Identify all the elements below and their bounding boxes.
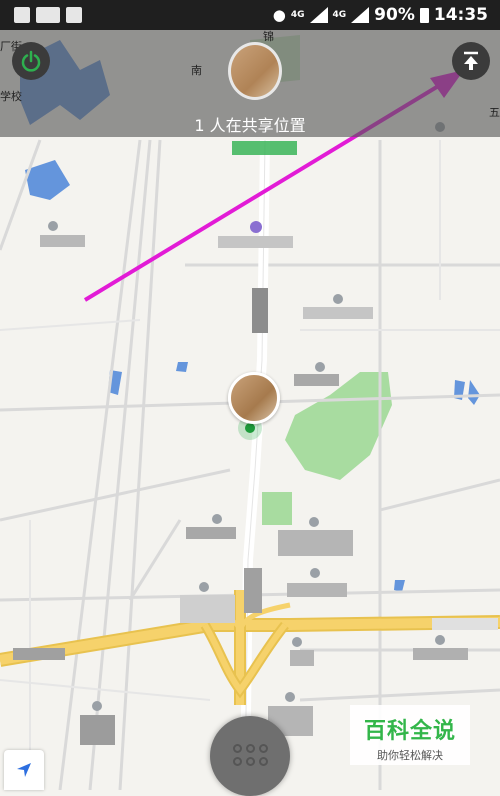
battery-percentage: 90% bbox=[374, 5, 415, 25]
watermark-subtitle: 助你轻松解决 bbox=[377, 749, 443, 762]
notification-icon bbox=[14, 7, 30, 23]
shared-user-avatar[interactable] bbox=[228, 42, 282, 100]
upload-button[interactable] bbox=[452, 42, 490, 80]
grid-dots-icon bbox=[233, 744, 268, 766]
signal-icon bbox=[309, 7, 328, 23]
upload-to-top-icon bbox=[464, 51, 478, 70]
battery-icon bbox=[419, 7, 429, 23]
blurred-label bbox=[294, 374, 339, 386]
blurred-label bbox=[244, 568, 262, 613]
blurred-label bbox=[13, 648, 65, 660]
blurred-label bbox=[218, 236, 293, 248]
location-icon: ● bbox=[272, 6, 286, 24]
stop-sharing-button[interactable] bbox=[12, 42, 50, 80]
blurred-label bbox=[278, 530, 353, 556]
network-type: 4G bbox=[332, 9, 347, 20]
menu-button[interactable] bbox=[210, 716, 290, 796]
watermark: 百科全说 助你轻松解决 bbox=[350, 705, 470, 765]
status-bar: ● 4G 4G 90% 14:35 bbox=[0, 0, 500, 30]
user-location-avatar-pin[interactable] bbox=[228, 372, 280, 424]
blurred-label bbox=[287, 583, 347, 597]
locate-me-button[interactable] bbox=[4, 750, 44, 790]
blurred-label bbox=[303, 307, 373, 319]
notification-icon bbox=[36, 7, 60, 23]
clock: 14:35 bbox=[433, 5, 488, 25]
blurred-label bbox=[290, 650, 314, 666]
map-label: 南 bbox=[191, 64, 202, 77]
blurred-label bbox=[180, 595, 235, 623]
blurred-label bbox=[186, 527, 236, 539]
watermark-title: 百科全说 bbox=[363, 719, 456, 744]
blurred-label bbox=[252, 288, 268, 333]
map-label: 锦 bbox=[263, 30, 274, 43]
blurred-label bbox=[40, 235, 85, 247]
navigation-arrow-icon bbox=[17, 763, 31, 777]
blurred-label bbox=[232, 141, 297, 155]
map-label: 学校 bbox=[0, 90, 22, 103]
signal-icon bbox=[351, 7, 370, 23]
blurred-label bbox=[413, 648, 468, 660]
sharing-count-text: 1 人在共享位置 bbox=[194, 116, 306, 135]
share-header: 锦 南 厂街 学校 五 1 人在共享位置 bbox=[0, 30, 500, 137]
notification-icon bbox=[66, 7, 82, 23]
blurred-label bbox=[432, 618, 498, 630]
network-type: 4G bbox=[290, 9, 305, 20]
blurred-label bbox=[80, 715, 115, 745]
power-icon bbox=[21, 50, 41, 72]
